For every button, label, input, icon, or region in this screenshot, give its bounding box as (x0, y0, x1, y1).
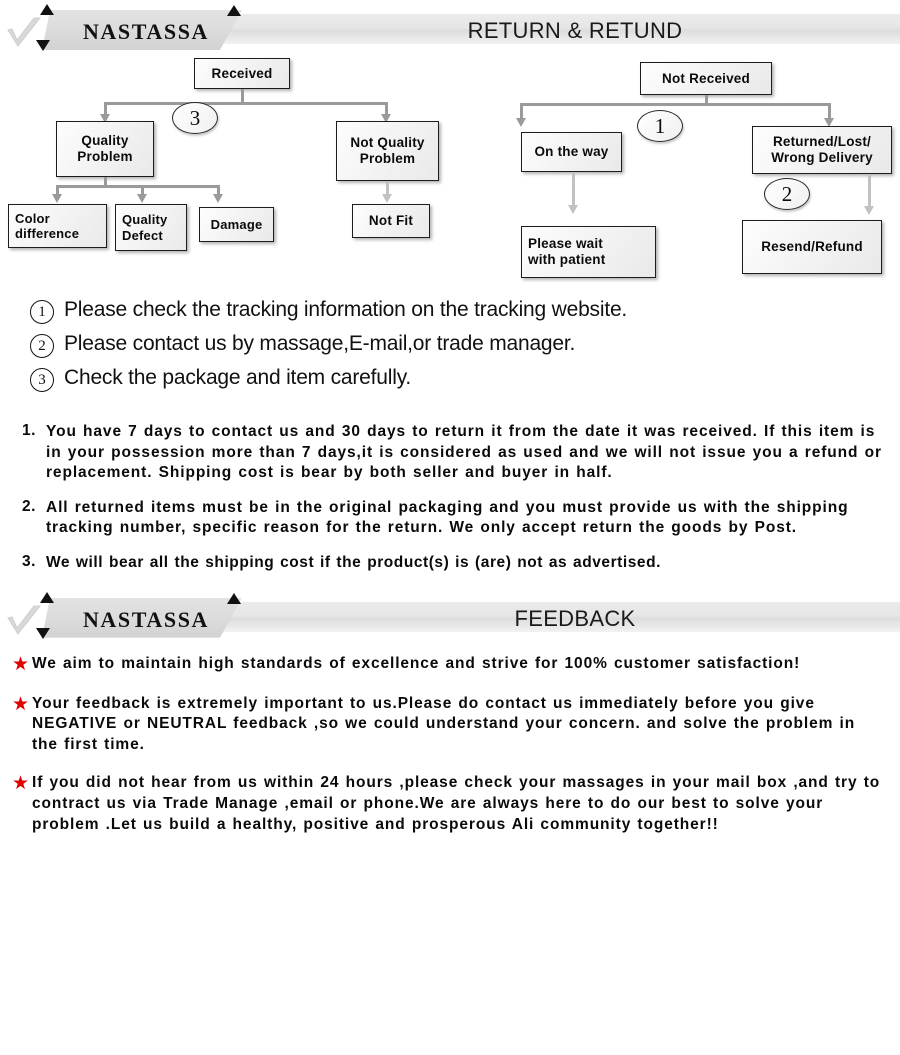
brand-name: NASTASSA (82, 606, 210, 632)
policy-number: 2. (22, 497, 36, 515)
flow-marker-3: 3 (172, 102, 218, 134)
return-flowchart: Received 3 Quality Problem Not Quality P… (0, 52, 900, 292)
triangle-marker-top-left (40, 591, 54, 603)
note-item: 1 Please check the tracking information … (30, 298, 900, 324)
flow-node-on-the-way: On the way (521, 132, 622, 172)
policy-number: 1. (22, 422, 36, 439)
feedback-item: ★ We aim to maintain high standards of e… (12, 654, 886, 676)
section-title-return: RETURN & RETUND (467, 18, 683, 43)
note-text: Please contact us by massage,E-mail,or t… (64, 332, 576, 355)
flow-node-not-received: Not Received (640, 62, 772, 95)
note-item: 3 Check the package and item carefully. (30, 366, 900, 392)
feedback-text: If you did not hear from us within 24 ho… (32, 774, 881, 833)
policy-item: 2. All returned items must be in the ori… (22, 498, 884, 539)
arrowhead-to-not-fit (382, 194, 392, 203)
brand-name: NASTASSA (82, 19, 210, 44)
feedback-section-banner: NASTASSA FEEDBACK (0, 588, 900, 640)
triangle-marker-bottom-left (36, 40, 50, 51)
connector-not-received-spread (520, 103, 830, 106)
arrowhead-to-defect (137, 194, 147, 203)
note-number: 3 (30, 368, 54, 392)
flow-marker-1: 1 (637, 110, 683, 142)
note-text: Check the package and item carefully. (64, 366, 412, 389)
return-section-banner: NASTASSA RETURN & RETUND (0, 0, 900, 52)
policy-item: 3. We will bear all the shipping cost if… (22, 553, 884, 574)
flow-node-damage: Damage (199, 207, 274, 242)
policy-item: 1. You have 7 days to contact us and 30 … (22, 422, 884, 484)
flow-node-not-quality-problem: Not Quality Problem (336, 121, 439, 181)
feedback-list: ★ We aim to maintain high standards of e… (0, 640, 900, 836)
feedback-text: We aim to maintain high standards of exc… (32, 654, 801, 672)
feedback-text: Your feedback is extremely important to … (32, 694, 856, 753)
star-icon: ★ (12, 693, 30, 715)
arrowhead-to-damage (213, 194, 223, 203)
triangle-marker-top-right (227, 592, 241, 604)
connector-quality-spread (56, 185, 219, 188)
flow-node-resend-refund: Resend/Refund (742, 220, 882, 274)
policy-number: 3. (22, 553, 36, 571)
notes-list: 1 Please check the tracking information … (0, 292, 900, 392)
feedback-item: ★ Your feedback is extremely important t… (12, 694, 886, 756)
flow-node-quality-problem: Quality Problem (56, 121, 154, 177)
triangle-marker-bottom-left (36, 627, 50, 639)
arrowhead-to-color (52, 194, 62, 203)
star-icon: ★ (12, 653, 30, 675)
flow-node-color-difference: Color difference (8, 204, 107, 248)
flow-node-quality-defect: Quality Defect (115, 204, 187, 251)
arrowhead-to-on-the-way (516, 118, 526, 127)
note-number: 2 (30, 334, 54, 358)
note-number: 1 (30, 300, 54, 324)
arrowhead-to-resend (864, 206, 874, 215)
note-item: 2 Please contact us by massage,E-mail,or… (30, 332, 900, 358)
policy-text: All returned items must be in the origin… (46, 498, 849, 537)
policy-text: You have 7 days to contact us and 30 day… (46, 423, 882, 482)
triangle-marker-top-left (40, 4, 54, 15)
star-icon: ★ (12, 773, 30, 795)
policy-list: 1. You have 7 days to contact us and 30 … (0, 400, 900, 574)
connector-received-spread (105, 102, 387, 105)
note-text: Please check the tracking information on… (64, 298, 628, 321)
feedback-item: ★ If you did not hear from us within 24 … (12, 773, 886, 835)
policy-text: We will bear all the shipping cost if th… (46, 554, 661, 572)
arrowhead-to-please-wait (568, 205, 578, 214)
flow-marker-2: 2 (764, 178, 810, 210)
flow-node-not-fit: Not Fit (352, 204, 430, 238)
triangle-marker-top-right (227, 5, 241, 16)
section-title-feedback: FEEDBACK (514, 605, 636, 631)
flow-node-returned-lost: Returned/Lost/ Wrong Delivery (752, 126, 892, 174)
flow-node-please-wait: Please wait with patient (521, 226, 656, 278)
flow-node-received: Received (194, 58, 290, 89)
